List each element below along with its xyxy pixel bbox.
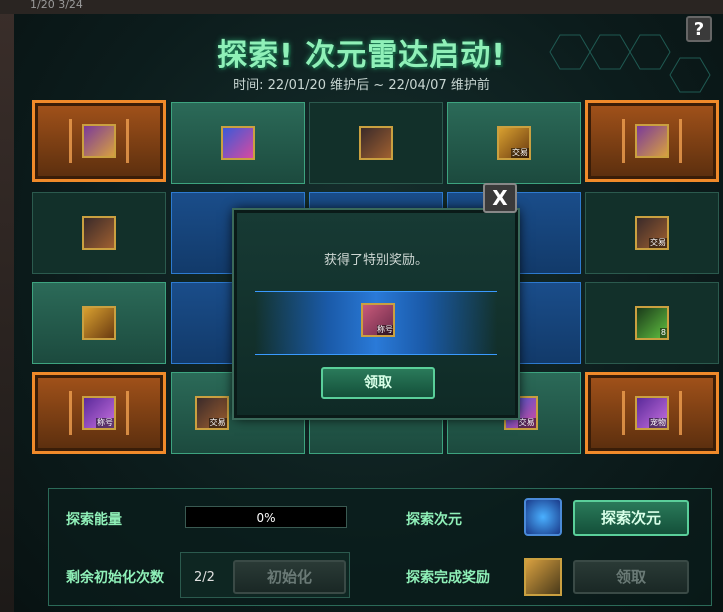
grid-cell-special[interactable]: 宠物 — [585, 372, 719, 454]
grid-cell[interactable] — [32, 192, 166, 274]
reward-item-icon: 8 — [635, 306, 669, 340]
reward-item-icon — [82, 216, 116, 250]
reward-item-icon — [635, 124, 669, 158]
top-strip-text: 1/20 3/24 — [30, 0, 83, 11]
reward-item-icon: 交易 — [635, 216, 669, 250]
reward-item-icon: 称号 — [82, 396, 116, 430]
explore-dimension-button[interactable]: 探索次元 — [573, 500, 689, 536]
grid-cell[interactable] — [32, 282, 166, 364]
reward-title-icon[interactable]: 称号 — [361, 303, 395, 337]
reward-modal: 获得了特别奖励。 称号 领取 — [234, 210, 518, 418]
grid-cell[interactable]: 交易 — [585, 192, 719, 274]
grid-cell[interactable] — [309, 102, 443, 184]
reset-button[interactable]: 初始化 — [233, 560, 346, 594]
complete-reward-claim-button[interactable]: 领取 — [573, 560, 689, 594]
reward-item-icon — [82, 306, 116, 340]
grid-cell[interactable] — [171, 102, 305, 184]
grid-cell[interactable]: 交易 — [447, 102, 581, 184]
reset-count-label: 剩余初始化次数 — [66, 570, 164, 586]
complete-reward-box-icon — [524, 558, 562, 596]
modal-claim-button[interactable]: 领取 — [321, 367, 435, 399]
dimension-crystal-icon — [524, 498, 562, 536]
close-icon[interactable]: X — [483, 183, 517, 213]
event-period: 时间: 22/01/20 维护后 ~ 22/04/07 维护前 — [233, 78, 490, 93]
reward-item-icon — [221, 126, 255, 160]
modal-message: 获得了特别奖励。 — [323, 253, 428, 268]
reward-item-icon: 交易 — [497, 126, 531, 160]
reward-item-icon — [82, 124, 116, 158]
reward-item-icon: 交易 — [194, 396, 229, 430]
top-strip: 1/20 3/24 — [0, 0, 723, 14]
grid-cell-special[interactable] — [585, 100, 719, 182]
event-title: 探索! 次元雷达启动! — [217, 38, 506, 73]
energy-progress-bar: 0% — [185, 506, 347, 528]
reward-item-icon — [359, 126, 393, 160]
grid-cell-special[interactable]: 称号 — [32, 372, 166, 454]
grid-cell[interactable]: 8 — [585, 282, 719, 364]
dimension-label: 探索次元 — [406, 512, 462, 528]
complete-reward-label: 探索完成奖励 — [406, 570, 490, 586]
reward-item-icon: 宠物 — [635, 396, 669, 430]
grid-cell-special[interactable] — [32, 100, 166, 182]
energy-label: 探索能量 — [66, 512, 122, 528]
reset-count-value: 2/2 — [194, 570, 215, 585]
